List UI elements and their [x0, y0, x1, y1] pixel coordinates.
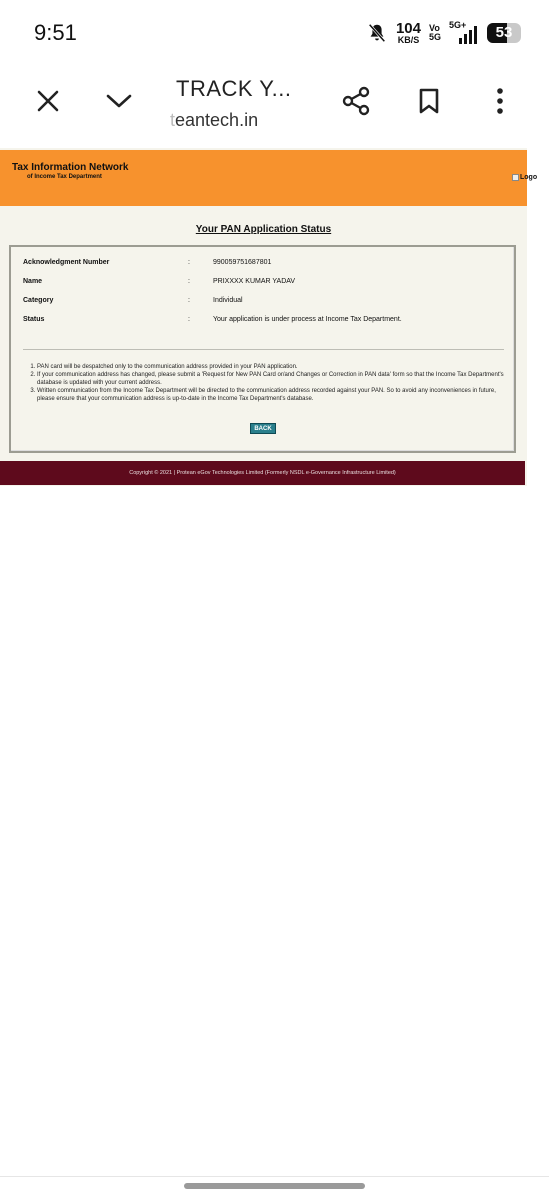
note-item: If your communication address has change… [37, 371, 509, 387]
share-icon[interactable] [341, 86, 371, 116]
site-header: Tax Information Network of Income Tax De… [0, 150, 537, 206]
acknowledgment-number: 990059751687801 [213, 259, 272, 266]
network-speed-unit: KB/S [397, 35, 420, 45]
site-footer: Copyright © 2021 | Protean eGov Technolo… [0, 461, 525, 485]
site-logo: Logo [512, 174, 537, 181]
bookmark-icon[interactable] [414, 86, 444, 116]
browser-toolbar [0, 62, 549, 142]
network-speed-value: 104 [395, 20, 421, 37]
url-text[interactable]: teantech.in [170, 110, 258, 131]
volte-indicator: Vo 5G [428, 23, 441, 43]
brand-subtitle: of Income Tax Department [27, 174, 102, 180]
signal-bar [474, 26, 477, 44]
signal-label: 5G+ [449, 20, 467, 30]
status-icons: 104 KB/S Vo 5G 5G+ 53 [366, 18, 521, 48]
field-separator: : [188, 316, 190, 323]
more-vert-icon[interactable] [485, 86, 515, 116]
field-label: Acknowledgment Number [23, 259, 110, 266]
signal-bar [459, 38, 462, 44]
bell-muted-icon [368, 23, 386, 43]
web-page: Tax Information Network of Income Tax De… [0, 148, 537, 486]
field-label: Name [23, 278, 43, 285]
network-speed: 104 KB/S [396, 21, 421, 45]
tab-title[interactable]: TRACK Y... [176, 76, 291, 102]
field-label: Status [23, 316, 45, 323]
signal-strength-icon: 5G+ [449, 20, 479, 44]
status-time: 9:51 [34, 20, 77, 45]
broken-image-icon [512, 174, 519, 181]
note-item: PAN card will be despatched only to the … [37, 363, 509, 371]
divider [23, 349, 504, 350]
bottom-divider [0, 1176, 549, 1177]
category-value: Individual [213, 297, 243, 304]
battery-level: 53 [495, 24, 513, 41]
field-label: Category [23, 297, 54, 304]
signal-bar [469, 30, 472, 44]
close-icon[interactable] [33, 86, 63, 116]
note-item: Written communication from the Income Ta… [37, 387, 509, 403]
volte-bottom: 5G [428, 32, 441, 42]
home-gesture-bar[interactable] [184, 1183, 365, 1189]
status-panel: Acknowledgment Number : 990059751687801 … [9, 245, 516, 453]
signal-bar [464, 34, 467, 44]
status-bar: 9:51 104 KB/S Vo 5G 5G+ 53 [0, 0, 549, 62]
notes-list: PAN card will be despatched only to the … [29, 363, 509, 403]
back-button[interactable]: BACK [250, 423, 276, 434]
status-value: Your application is under process at Inc… [213, 316, 402, 323]
field-separator: : [188, 278, 190, 285]
logo-alt-text: Logo [520, 174, 538, 181]
field-separator: : [188, 259, 190, 266]
chevron-down-icon[interactable] [104, 86, 134, 116]
field-separator: : [188, 297, 190, 304]
page-title: Your PAN Application Status [195, 224, 332, 235]
url-main: eantech.in [175, 110, 259, 130]
battery-icon: 53 [487, 23, 521, 43]
brand-title: Tax Information Network [12, 162, 129, 173]
applicant-name: PRIXXXX KUMAR YADAV [213, 278, 296, 285]
